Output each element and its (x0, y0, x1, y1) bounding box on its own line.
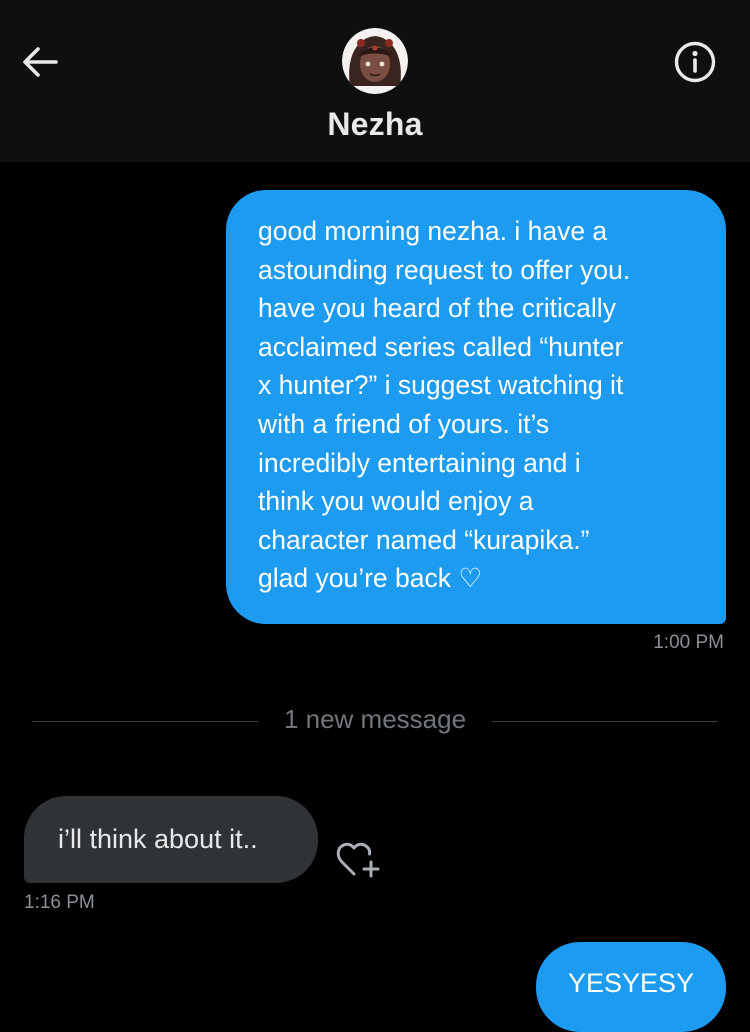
avatar-image (342, 28, 408, 94)
contact-name[interactable]: Nezha (0, 106, 750, 143)
message-timestamp: 1:16 PM (24, 892, 95, 913)
heart-plus-icon (336, 842, 380, 878)
incoming-message-bubble[interactable]: i’ll think about it.. (24, 796, 318, 883)
info-button[interactable] (672, 39, 718, 85)
conversation-header: Nezha (0, 0, 750, 162)
react-button[interactable] (334, 838, 384, 882)
back-arrow-icon (23, 47, 58, 77)
outgoing-message-bubble[interactable]: YESYESY (536, 942, 726, 1032)
info-icon (674, 41, 716, 83)
outgoing-message-bubble[interactable]: good morning nezha. i have a astounding … (226, 190, 726, 624)
message-timestamp: 1:00 PM (653, 632, 724, 653)
divider-line-right (492, 721, 718, 722)
avatar[interactable] (342, 28, 408, 94)
new-message-divider: 1 new message (283, 704, 467, 734)
back-button[interactable] (18, 40, 64, 84)
